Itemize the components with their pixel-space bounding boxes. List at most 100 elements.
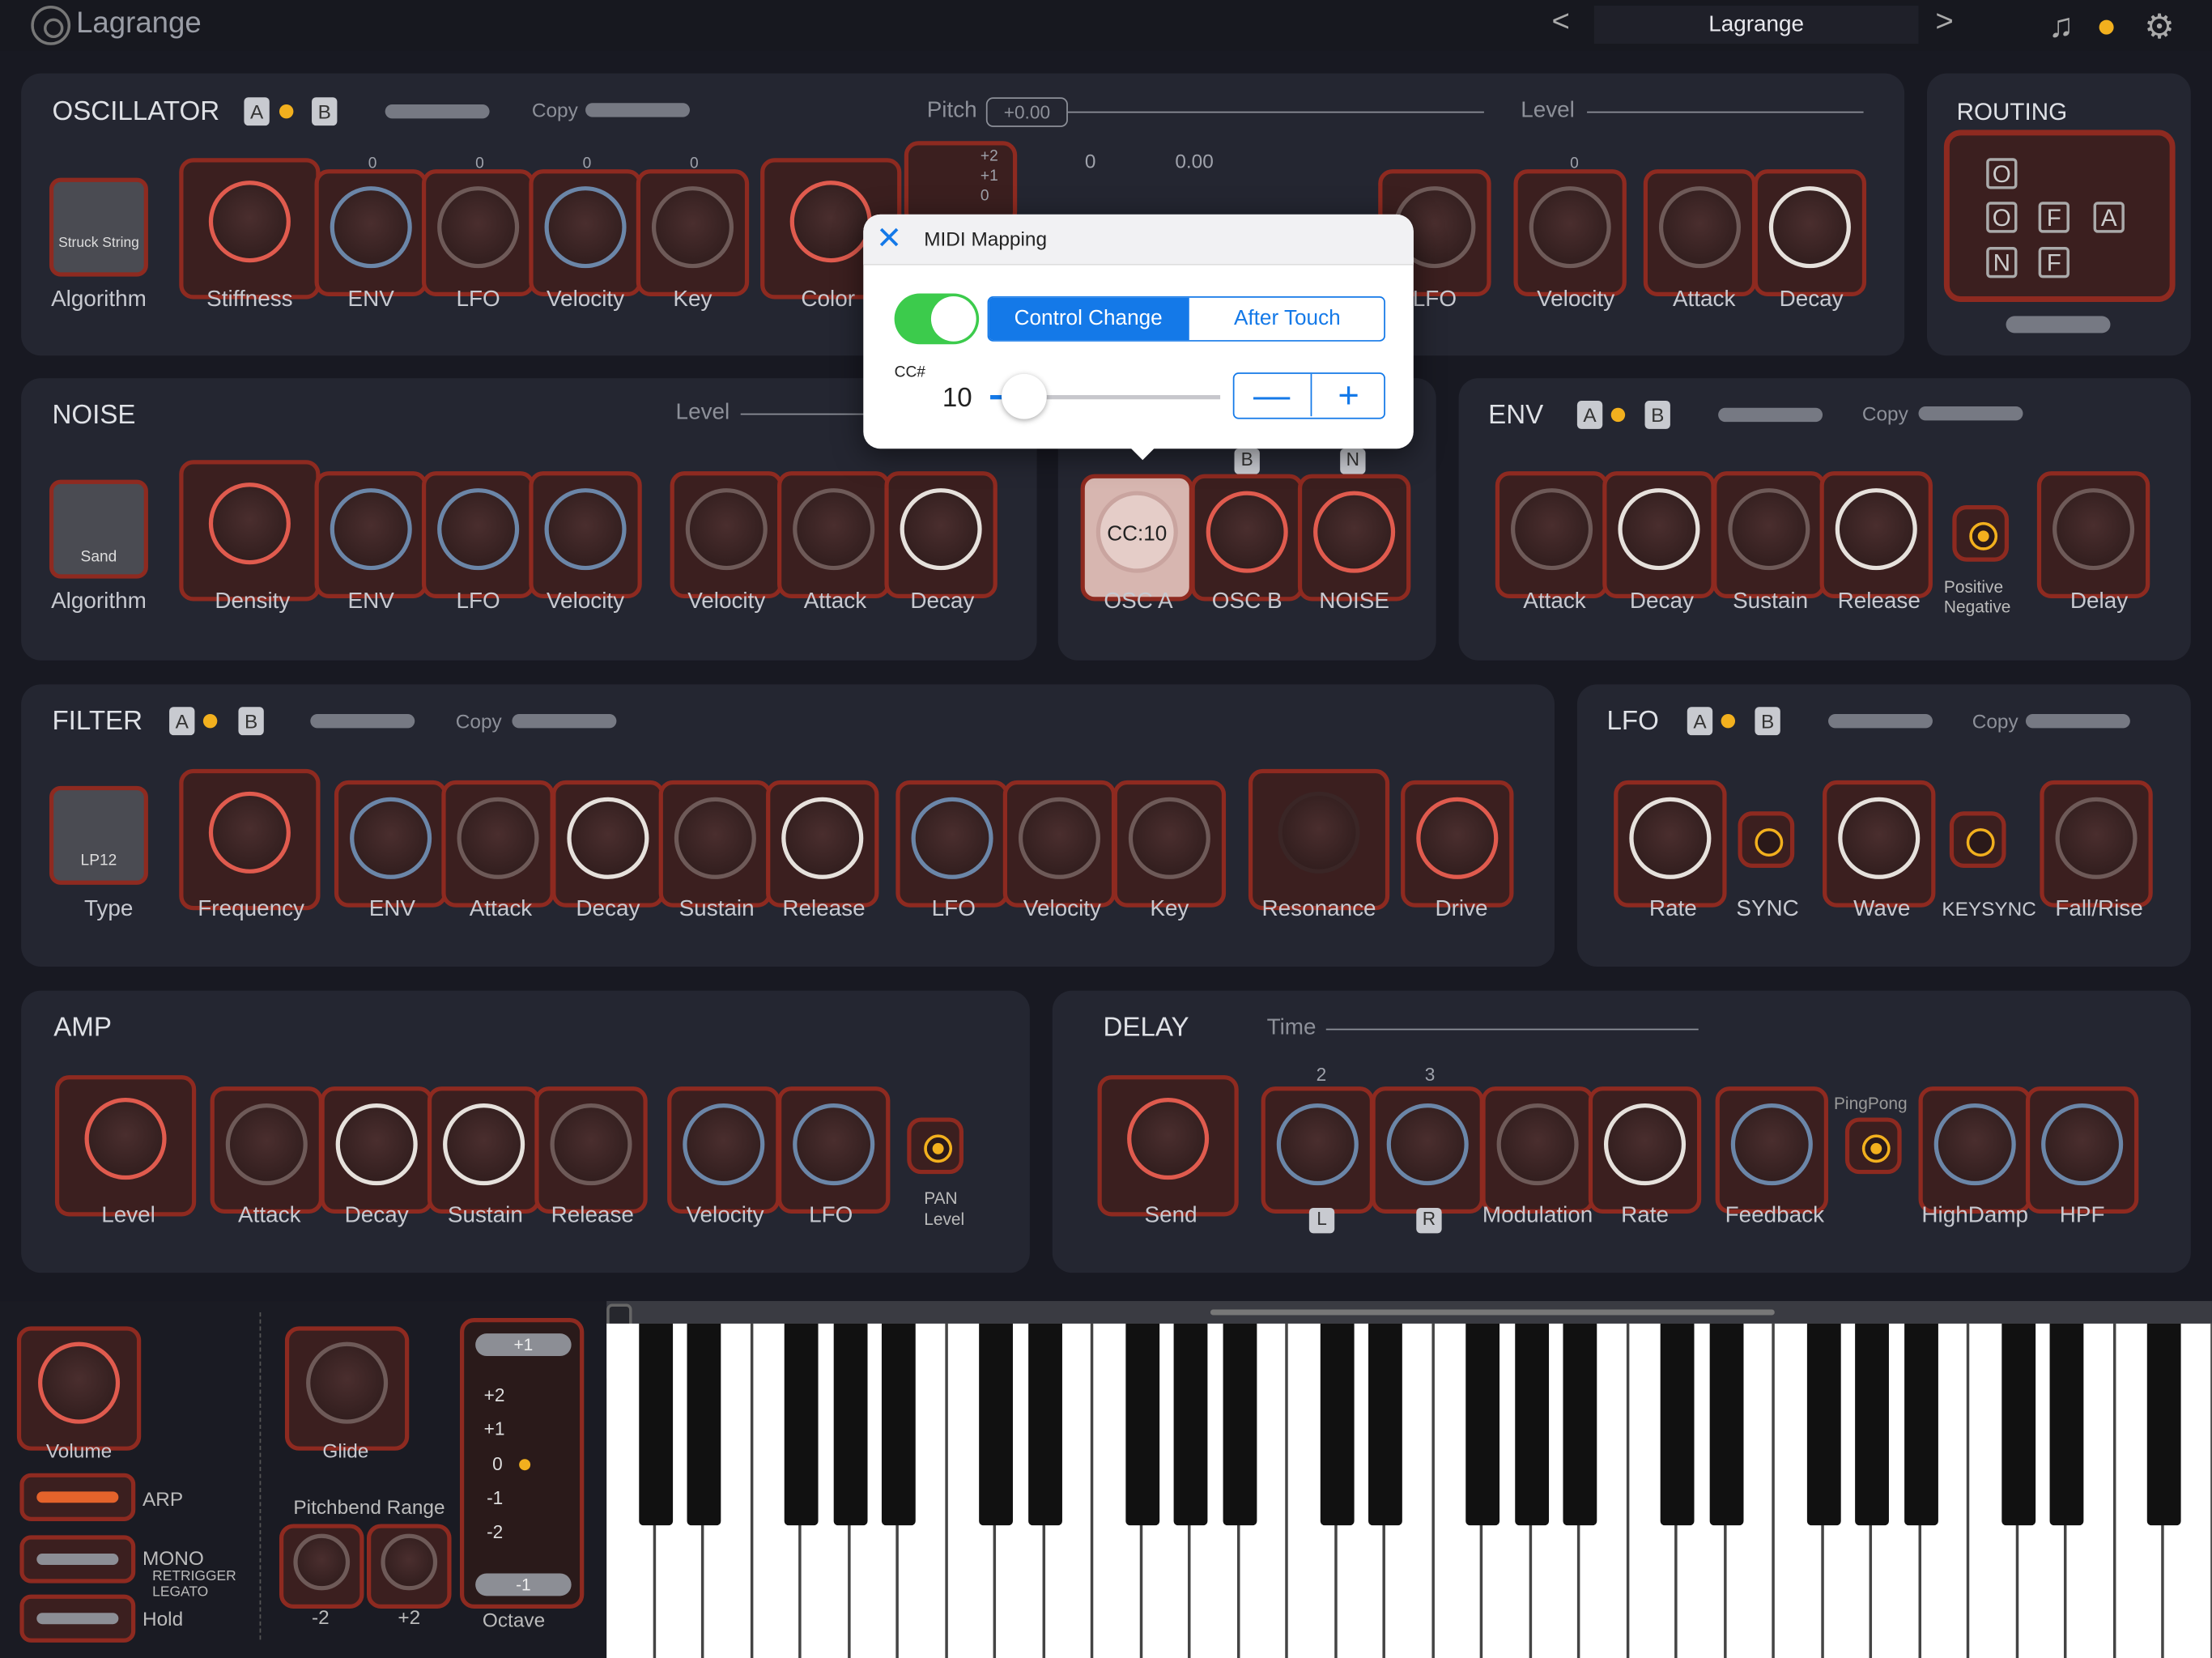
noise-mix-knob[interactable]: [1313, 491, 1396, 573]
key-knob[interactable]: [1128, 797, 1210, 879]
time-left-knob-cell[interactable]: [1261, 1086, 1375, 1214]
retrigger-option[interactable]: RETRIGGER: [152, 1569, 236, 1584]
stiffness-knob-cell[interactable]: [179, 158, 321, 300]
osc-b-mix-knob-cell[interactable]: [1190, 474, 1304, 602]
a-box[interactable]: A: [244, 97, 270, 126]
black-key[interactable]: [2049, 1323, 2084, 1526]
decay-knob[interactable]: [335, 1103, 418, 1185]
close-icon[interactable]: ✕: [876, 220, 902, 257]
lfo-knob-cell[interactable]: [421, 471, 535, 599]
volume-knob[interactable]: [38, 1341, 121, 1424]
gear-icon[interactable]: ⚙: [2144, 7, 2174, 49]
velocity-knob[interactable]: [1018, 797, 1100, 879]
release-knob-cell[interactable]: [766, 780, 879, 908]
cc-slider-thumb[interactable]: [1002, 373, 1047, 419]
music-note-icon[interactable]: ♫: [2048, 7, 2074, 47]
stiffness-knob[interactable]: [208, 181, 291, 263]
attack-knob-cell[interactable]: [441, 780, 555, 908]
black-key[interactable]: [881, 1323, 916, 1526]
keysync-toggle[interactable]: [1949, 811, 2006, 868]
resonance-knob[interactable]: [1278, 792, 1360, 874]
hold-toggle[interactable]: [19, 1594, 136, 1643]
delay-knob-cell[interactable]: [2036, 471, 2150, 599]
highdamp-knob-cell[interactable]: [1918, 1086, 2031, 1214]
time-left-knob[interactable]: [1276, 1103, 1359, 1185]
midi-mapping-toggle[interactable]: [894, 293, 980, 345]
velocity-knob[interactable]: [1529, 185, 1611, 268]
velocity-knob-cell[interactable]: [529, 471, 642, 599]
black-key[interactable]: [1708, 1323, 1743, 1526]
glide-knob[interactable]: [306, 1341, 389, 1424]
octave-up-button[interactable]: +1: [475, 1333, 572, 1357]
a-box[interactable]: A: [1687, 707, 1713, 736]
key-knob[interactable]: [651, 185, 734, 268]
color-knob[interactable]: [789, 181, 872, 263]
routing-node[interactable]: F: [2038, 247, 2069, 278]
density-knob-cell[interactable]: [179, 460, 321, 602]
black-key[interactable]: [638, 1323, 673, 1526]
octave-option[interactable]: -1: [487, 1487, 503, 1508]
octave-option[interactable]: +2: [484, 1384, 505, 1405]
algorithm-button[interactable]: Sand: [49, 479, 148, 579]
send-knob[interactable]: [1127, 1098, 1210, 1180]
feedback-knob[interactable]: [1730, 1103, 1813, 1185]
attack-knob-cell[interactable]: [777, 471, 891, 599]
a-box[interactable]: A: [1576, 401, 1603, 429]
ab-selector[interactable]: A B: [244, 97, 492, 126]
filter-type-button[interactable]: LP12: [49, 785, 148, 885]
mapping-type-segment[interactable]: Control Change After Touch: [987, 296, 1385, 342]
attack-knob-cell[interactable]: [1643, 169, 1757, 297]
black-key[interactable]: [1368, 1323, 1402, 1526]
black-key[interactable]: [1125, 1323, 1159, 1526]
b-box[interactable]: B: [1755, 707, 1780, 736]
send-knob-cell[interactable]: [1097, 1075, 1239, 1217]
fall-rise-knob-cell[interactable]: [2040, 780, 2153, 908]
pitchbend-down-knob-cell[interactable]: [279, 1524, 364, 1609]
ab-slider[interactable]: [1718, 407, 1823, 423]
lfo-knob[interactable]: [437, 487, 520, 570]
delay-knob[interactable]: [2052, 487, 2135, 570]
next-preset-button[interactable]: >: [1935, 2, 1953, 39]
increment-button[interactable]: +: [1310, 373, 1385, 417]
octave-selector[interactable]: [904, 141, 1018, 226]
velocity-knob[interactable]: [685, 487, 768, 570]
ab-selector[interactable]: A B: [169, 707, 418, 736]
midi-port-icon[interactable]: ●: [2096, 7, 2116, 47]
routing-matrix[interactable]: O O N F F A: [1943, 130, 2176, 303]
sustain-knob-cell[interactable]: [1712, 471, 1826, 599]
octave-option[interactable]: -2: [487, 1521, 503, 1542]
black-key[interactable]: [1319, 1323, 1354, 1526]
routing-node[interactable]: O: [1986, 202, 2018, 233]
level-knob[interactable]: [84, 1098, 167, 1180]
black-key[interactable]: [1465, 1323, 1500, 1526]
velocity-knob[interactable]: [544, 185, 627, 268]
osc-b-mix-knob[interactable]: [1206, 491, 1288, 573]
copy-slider[interactable]: [585, 103, 690, 117]
sustain-knob-cell[interactable]: [427, 1086, 541, 1214]
routing-node[interactable]: O: [1986, 158, 2018, 189]
decay-knob-cell[interactable]: [1753, 169, 1867, 297]
attack-knob[interactable]: [793, 487, 875, 570]
octave-selector[interactable]: +1 +2 +1 0 -1 -2 -1: [459, 1317, 585, 1609]
feedback-knob-cell[interactable]: [1715, 1086, 1829, 1214]
release-knob-cell[interactable]: [534, 1086, 648, 1214]
highdamp-knob[interactable]: [1933, 1103, 2016, 1185]
fall-rise-knob[interactable]: [2055, 797, 2138, 879]
ab-slider[interactable]: [385, 104, 490, 119]
time-right-knob-cell[interactable]: [1371, 1086, 1484, 1214]
decay-knob-cell[interactable]: [1602, 471, 1716, 599]
sync-toggle[interactable]: [1738, 811, 1795, 868]
level-knob-cell[interactable]: [54, 1075, 197, 1217]
b-box[interactable]: B: [238, 707, 264, 736]
pitch-value[interactable]: +0.00: [985, 97, 1068, 127]
negative-option[interactable]: Negative: [1944, 597, 2011, 616]
key-knob-cell[interactable]: [1112, 780, 1227, 908]
pitchbend-up-knob[interactable]: [381, 1534, 438, 1591]
control-change-tab[interactable]: Control Change: [989, 297, 1189, 341]
volume-knob-cell[interactable]: [16, 1326, 142, 1451]
ab-slider[interactable]: [1828, 713, 1933, 729]
lfo-knob[interactable]: [793, 1103, 875, 1185]
decay-knob[interactable]: [1768, 185, 1851, 268]
decay-knob[interactable]: [900, 487, 982, 570]
rate-knob-cell[interactable]: [1588, 1086, 1702, 1214]
